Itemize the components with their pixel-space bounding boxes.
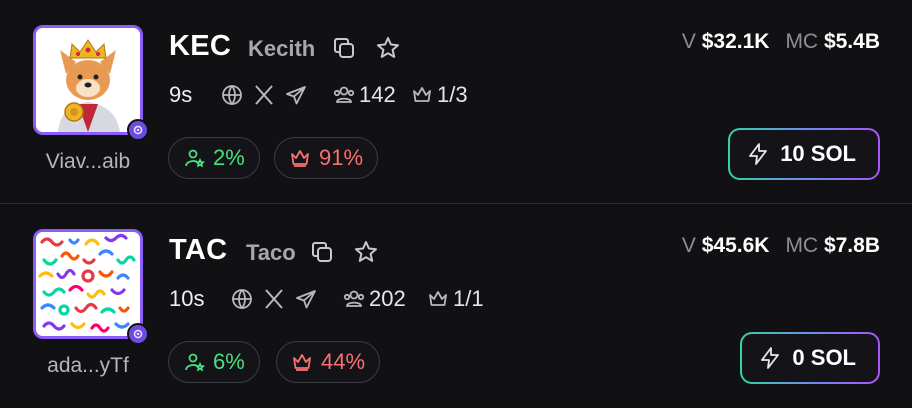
pump-platform-icon [127, 119, 149, 141]
telegram-icon[interactable] [294, 287, 318, 311]
star-icon[interactable] [375, 35, 401, 61]
creator-address[interactable]: Viav...aib [33, 150, 143, 174]
mcap-value: $7.8B [823, 234, 880, 257]
dev-holding-pill[interactable]: 6% [168, 341, 260, 383]
token-ticker: KEC [169, 30, 232, 62]
lightning-icon [761, 347, 780, 369]
dev-holding-value: 6% [213, 349, 245, 374]
holders-icon [332, 83, 356, 107]
buy-amount-label: 10 SOL [780, 141, 856, 166]
lightning-icon [749, 143, 768, 165]
website-globe-icon[interactable] [220, 83, 244, 107]
token-ticker: TAC [169, 234, 228, 266]
volume-value: $32.1K [701, 30, 770, 53]
quick-buy-button[interactable]: 0 SOL [740, 332, 880, 384]
token-name: Kecith [248, 36, 316, 61]
holders-count: 142 [359, 82, 396, 107]
holders-count: 202 [369, 286, 406, 311]
website-globe-icon[interactable] [230, 287, 254, 311]
token-stats: V $45.6K MC $7.8B [682, 234, 880, 258]
top-holding-value: 91% [319, 145, 364, 170]
pump-platform-icon [127, 323, 149, 345]
x-twitter-icon[interactable] [262, 287, 286, 311]
token-row[interactable]: Viav...aib KEC Kecith 9s 142 1/3 2% 91% … [0, 0, 912, 204]
top-holders-count: 1/1 [453, 286, 484, 311]
top-holding-pill[interactable]: 91% [274, 137, 379, 179]
volume-label: V [681, 30, 696, 53]
volume-label: V [681, 234, 696, 257]
copy-icon[interactable] [331, 35, 357, 61]
top-holders-count: 1/3 [437, 82, 468, 107]
token-avatar[interactable] [33, 229, 149, 345]
copy-icon[interactable] [309, 239, 335, 265]
token-stats: V $32.1K MC $5.4B [682, 30, 880, 54]
shiba-king-icon [33, 25, 143, 135]
buy-amount-label: 0 SOL [792, 345, 856, 370]
volume-value: $45.6K [701, 234, 770, 257]
colorful-squiggles-icon [33, 229, 143, 339]
dev-holding-pill[interactable]: 2% [168, 137, 260, 179]
mcap-value: $5.4B [823, 30, 880, 53]
quick-buy-button[interactable]: 10 SOL [728, 128, 880, 180]
telegram-icon[interactable] [284, 83, 308, 107]
top-holding-value: 44% [321, 349, 366, 374]
crown-icon [410, 83, 434, 107]
crown-icon [426, 287, 450, 311]
token-age: 10s [169, 286, 205, 311]
mcap-label: MC [785, 234, 819, 257]
star-icon[interactable] [353, 239, 379, 265]
mcap-label: MC [785, 30, 819, 53]
token-name: Taco [246, 240, 296, 265]
creator-address[interactable]: ada...yTf [33, 354, 143, 378]
holders-icon [342, 287, 366, 311]
token-row[interactable]: ada...yTf TAC Taco 10s 202 1/1 6% 44% V … [0, 204, 912, 408]
x-twitter-icon[interactable] [252, 83, 276, 107]
dev-holding-value: 2% [213, 145, 245, 170]
top-holding-pill[interactable]: 44% [276, 341, 381, 383]
token-age: 9s [169, 82, 193, 107]
token-avatar[interactable] [33, 25, 149, 141]
